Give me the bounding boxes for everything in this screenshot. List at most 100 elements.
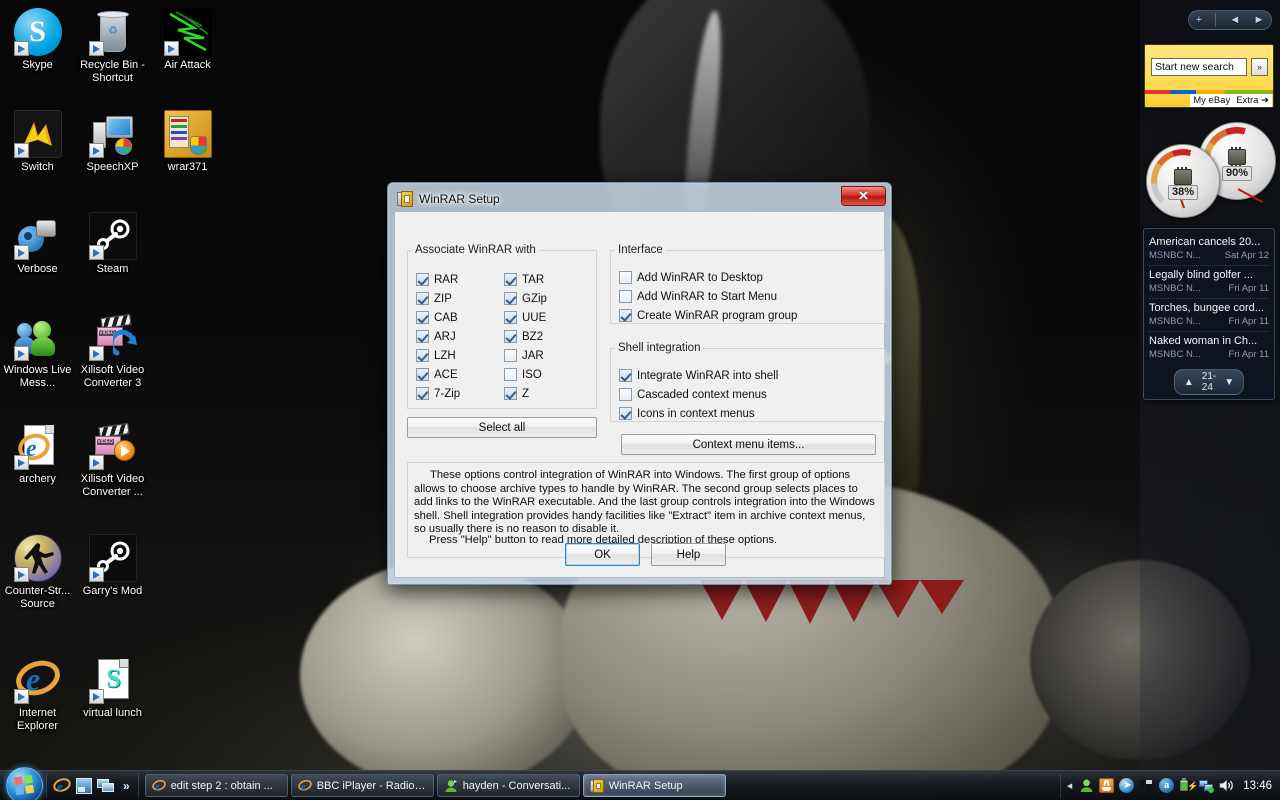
battery-icon[interactable]: ⚡ xyxy=(1179,778,1198,793)
checkbox-cascaded-context-menus[interactable]: Cascaded context menus xyxy=(619,385,778,404)
checkbox-cab[interactable]: CAB xyxy=(416,308,460,327)
desktop-icon-xilisoft-video-converter-3[interactable]: VIDEO Xilisoft Video Converter 3 xyxy=(75,309,150,391)
desktop-icon-speechxp[interactable]: SpeechXP xyxy=(75,106,150,176)
checkbox-box[interactable] xyxy=(504,349,517,362)
bluetooth-icon[interactable]: ➤ xyxy=(1119,778,1135,793)
desktop-icon-skype[interactable]: S Skype xyxy=(0,4,75,86)
checkbox-box[interactable] xyxy=(416,311,429,324)
checkbox-box[interactable] xyxy=(416,387,429,400)
checkbox-box[interactable] xyxy=(504,330,517,343)
winrar-setup-dialog[interactable]: WinRAR Setup ✕ Associate WinRAR with RAR… xyxy=(387,182,892,585)
help-button[interactable]: Help xyxy=(651,543,726,566)
sidebar-add-gadget-button[interactable]: + xyxy=(1196,14,1202,26)
checkbox-uue[interactable]: UUE xyxy=(504,308,547,327)
checkbox-box[interactable] xyxy=(416,330,429,343)
checkbox-box[interactable] xyxy=(504,292,517,305)
desktop[interactable]: S Skype ♻ Recycle Bin - Shortcut Air Att… xyxy=(0,0,1280,800)
checkbox-bz2[interactable]: BZ2 xyxy=(504,327,547,346)
feed-page-up-button[interactable]: ▲ xyxy=(1184,377,1194,388)
feed-item[interactable]: Torches, bungee cord... MSNBC N... Fri A… xyxy=(1149,299,1269,332)
taskbar-button-edit-step-2[interactable]: e edit step 2 : obtain ... xyxy=(144,774,288,797)
ebay-search-gadget[interactable]: Start new search » My eBay Extra ➜ xyxy=(1144,44,1274,108)
messenger-contact-icon xyxy=(444,779,458,793)
checkbox-box[interactable] xyxy=(416,349,429,362)
taskbar-button-bbc-iplayer[interactable]: e BBC iPlayer - Radio ... xyxy=(290,774,434,797)
volume-icon[interactable] xyxy=(1219,778,1234,793)
close-icon[interactable]: ✕ xyxy=(841,186,886,206)
checkbox-box[interactable] xyxy=(504,387,517,400)
desktop-icon-internet-explorer[interactable]: e Internet Explorer xyxy=(0,652,75,734)
tray-expand-chevron-icon[interactable]: ◂ xyxy=(1067,779,1075,792)
ebay-search-submit-button[interactable]: » xyxy=(1251,58,1268,76)
ok-button[interactable]: OK xyxy=(565,543,640,566)
show-desktop-icon[interactable] xyxy=(75,777,93,795)
checkbox-jar[interactable]: JAR xyxy=(504,346,547,365)
switch-windows-icon[interactable] xyxy=(97,777,115,795)
checkbox-box[interactable] xyxy=(619,369,632,382)
checkbox-tar[interactable]: TAR xyxy=(504,270,547,289)
desktop-icon-counter-strike-source[interactable]: Counter-Str... Source xyxy=(0,530,75,612)
taskbar-clock[interactable]: 13:46 xyxy=(1239,780,1272,792)
select-all-button[interactable]: Select all xyxy=(407,417,597,438)
checkbox-box[interactable] xyxy=(416,368,429,381)
checkbox-add-winrar-to-start-menu[interactable]: Add WinRAR to Start Menu xyxy=(619,287,797,306)
desktop-icon-windows-live-messenger[interactable]: Windows Live Mess... xyxy=(0,309,75,391)
cpu-meter-gadget[interactable]: 90% 38% xyxy=(1142,120,1278,220)
checkbox-ace[interactable]: ACE xyxy=(416,365,460,384)
checkbox-7zip[interactable]: 7-Zip xyxy=(416,384,460,403)
desktop-icon-air-attack[interactable]: Air Attack xyxy=(150,4,225,86)
checkbox-rar[interactable]: RAR xyxy=(416,270,460,289)
checkbox-iso[interactable]: ISO xyxy=(504,365,547,384)
feed-page-down-button[interactable]: ▼ xyxy=(1224,377,1234,388)
feed-item[interactable]: American cancels 20... MSNBC N... Sat Ap… xyxy=(1149,233,1269,266)
desktop-icon-virtual-lunch[interactable]: S virtual lunch xyxy=(75,652,150,734)
start-button[interactable] xyxy=(0,766,46,800)
checkbox-zip[interactable]: ZIP xyxy=(416,289,460,308)
ebay-my-ebay-link[interactable]: My eBay xyxy=(1193,95,1230,106)
desktop-icon-archery[interactable]: e archery xyxy=(0,418,75,500)
checkbox-box[interactable] xyxy=(619,407,632,420)
desktop-icon-verbose[interactable]: Verbose xyxy=(0,208,75,278)
checkbox-box[interactable] xyxy=(619,309,632,322)
checkbox-add-winrar-to-desktop[interactable]: Add WinRAR to Desktop xyxy=(619,268,797,287)
desktop-icon-switch[interactable]: Switch xyxy=(0,106,75,176)
checkbox-z[interactable]: Z xyxy=(504,384,547,403)
feed-item[interactable]: Naked woman in Ch... MSNBC N... Fri Apr … xyxy=(1149,332,1269,364)
checkbox-arj[interactable]: ARJ xyxy=(416,327,460,346)
quick-launch-overflow-button[interactable]: » xyxy=(119,779,134,793)
amazon-icon[interactable]: a xyxy=(1159,778,1175,793)
black-square-icon[interactable] xyxy=(1139,778,1154,793)
taskbar-button-winrar-setup[interactable]: WinRAR Setup xyxy=(582,774,726,797)
desktop-icon-xilisoft-video-converter[interactable]: VIDEO Xilisoft Video Converter ... xyxy=(75,418,150,500)
sidebar-prev-button[interactable]: ◄ xyxy=(1229,14,1240,26)
java-icon[interactable] xyxy=(1099,778,1115,793)
checkbox-box[interactable] xyxy=(619,290,632,303)
checkbox-box[interactable] xyxy=(504,368,517,381)
internet-explorer-icon[interactable]: e xyxy=(53,777,71,795)
context-menu-items-button[interactable]: Context menu items... xyxy=(621,434,876,455)
dialog-titlebar[interactable]: WinRAR Setup ✕ xyxy=(391,186,888,211)
checkbox-lzh[interactable]: LZH xyxy=(416,346,460,365)
desktop-icon-wrar371[interactable]: wrar371 xyxy=(150,106,225,176)
ebay-extra-link[interactable]: Extra ➜ xyxy=(1236,95,1269,106)
checkbox-box[interactable] xyxy=(619,271,632,284)
desktop-icon-garrys-mod[interactable]: Garry's Mod xyxy=(75,530,150,612)
checkbox-box[interactable] xyxy=(416,292,429,305)
sidebar-next-button[interactable]: ► xyxy=(1253,14,1264,26)
desktop-icon-steam[interactable]: Steam xyxy=(75,208,150,278)
checkbox-box[interactable] xyxy=(504,311,517,324)
checkbox-integrate-winrar-into-shell[interactable]: Integrate WinRAR into shell xyxy=(619,366,778,385)
checkbox-gzip[interactable]: GZip xyxy=(504,289,547,308)
ebay-search-input[interactable]: Start new search xyxy=(1151,58,1247,76)
feed-headlines-gadget[interactable]: American cancels 20... MSNBC N... Sat Ap… xyxy=(1143,228,1275,400)
network-icon[interactable] xyxy=(1199,778,1215,793)
taskbar-button-hayden-conversation[interactable]: hayden - Conversati... xyxy=(436,774,580,797)
checkbox-icons-in-context-menus[interactable]: Icons in context menus xyxy=(619,404,778,423)
checkbox-box[interactable] xyxy=(619,388,632,401)
checkbox-box[interactable] xyxy=(416,273,429,286)
checkbox-create-winrar-program-group[interactable]: Create WinRAR program group xyxy=(619,306,797,325)
messenger-icon[interactable] xyxy=(1079,778,1094,793)
checkbox-box[interactable] xyxy=(504,273,517,286)
feed-item[interactable]: Legally blind golfer ... MSNBC N... Fri … xyxy=(1149,266,1269,299)
desktop-icon-recycle-bin[interactable]: ♻ Recycle Bin - Shortcut xyxy=(75,4,150,86)
